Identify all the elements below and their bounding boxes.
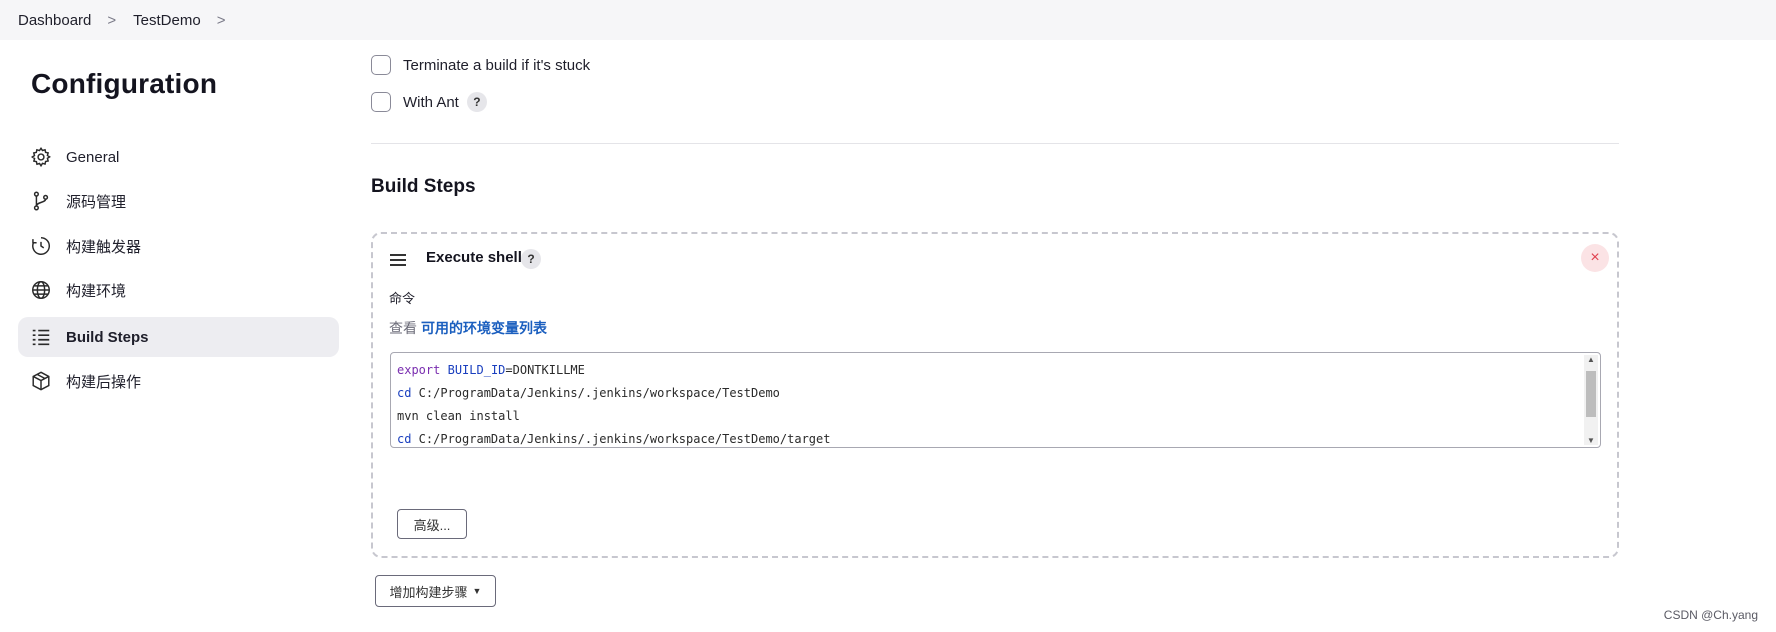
command-textarea[interactable]: export BUILD_ID=DONTKILLME cd C:/Program…	[390, 352, 1601, 448]
code-keyword: export	[397, 363, 441, 377]
chevron-right-icon[interactable]: >	[217, 12, 226, 29]
help-icon[interactable]: ?	[521, 249, 541, 269]
sidebar-item-label: 构建触发器	[66, 238, 142, 256]
scroll-down-icon[interactable]: ▼	[1587, 436, 1595, 445]
code-keyword: cd	[397, 386, 412, 400]
step-title: Execute shell	[426, 249, 522, 266]
drag-handle-icon[interactable]	[390, 254, 406, 266]
page-title: Configuration	[31, 68, 218, 99]
terminate-stuck-option: Terminate a build if it's stuck	[371, 55, 590, 75]
env-vars-prefix: 查看	[389, 320, 417, 336]
chevron-down-icon: ▼	[472, 586, 482, 596]
watermark: CSDN @Ch.yang	[1663, 608, 1758, 622]
sidebar-item-build-triggers[interactable]: 构建触发器	[18, 226, 339, 266]
sidebar-item-build-steps[interactable]: Build Steps	[18, 317, 339, 357]
env-vars-line: 查看 可用的环境变量列表	[389, 318, 547, 338]
code-keyword: cd	[397, 432, 412, 446]
with-ant-checkbox[interactable]	[371, 92, 391, 112]
section-divider	[371, 143, 1619, 144]
command-code: export BUILD_ID=DONTKILLME cd C:/Program…	[397, 359, 831, 447]
sidebar-item-label: Build Steps	[66, 328, 149, 346]
code-text: mvn clean install	[397, 409, 520, 423]
help-icon[interactable]: ?	[466, 92, 487, 112]
breadcrumb-dashboard[interactable]: Dashboard	[18, 12, 91, 29]
add-build-step-button[interactable]: 增加构建步骤 ▼	[375, 575, 496, 607]
close-icon[interactable]: ×	[1581, 244, 1609, 272]
source-branch-icon	[30, 190, 52, 212]
sidebar-item-label: General	[66, 148, 120, 166]
code-text: C:/ProgramData/Jenkins/.jenkins/workspac…	[411, 432, 831, 446]
sidebar-item-label: 构建后操作	[66, 373, 142, 391]
sidebar-item-post-build-actions[interactable]: 构建后操作	[18, 361, 339, 401]
command-label: 命令	[389, 291, 416, 306]
with-ant-option: With Ant ?	[371, 92, 487, 112]
build-steps-heading: Build Steps	[371, 176, 476, 197]
code-text: C:/ProgramData/Jenkins/.jenkins/workspac…	[411, 386, 780, 400]
sidebar-item-build-environment[interactable]: 构建环境	[18, 270, 339, 310]
gear-icon	[30, 146, 52, 168]
advanced-button[interactable]: 高级...	[397, 509, 467, 539]
execute-shell-step: Execute shell ? × 命令 查看 可用的环境变量列表 export …	[371, 232, 1619, 558]
terminate-stuck-checkbox[interactable]	[371, 55, 391, 75]
sidebar-item-label: 构建环境	[66, 282, 127, 300]
with-ant-label: With Ant	[403, 93, 459, 111]
list-icon	[30, 326, 52, 348]
sidebar-item-source-management[interactable]: 源码管理	[18, 181, 339, 221]
code-variable: BUILD_ID	[447, 363, 506, 377]
env-vars-link[interactable]: 可用的环境变量列表	[421, 320, 547, 336]
sidebar-item-label: 源码管理	[66, 193, 127, 211]
code-text: =DONTKILLME	[505, 363, 585, 377]
package-icon	[30, 370, 52, 392]
scroll-up-icon[interactable]: ▲	[1587, 355, 1595, 364]
editor-scrollbar[interactable]: ▲ ▼	[1584, 355, 1598, 445]
globe-icon	[30, 279, 52, 301]
sidebar-item-general[interactable]: General	[18, 137, 339, 177]
scroll-thumb[interactable]	[1586, 371, 1596, 417]
chevron-right-icon[interactable]: >	[107, 12, 116, 29]
add-build-step-label: 增加构建步骤	[389, 584, 468, 600]
terminate-stuck-label: Terminate a build if it's stuck	[403, 56, 591, 74]
clock-icon	[30, 235, 52, 257]
breadcrumb: Dashboard > TestDemo >	[0, 0, 1776, 40]
breadcrumb-testdemo[interactable]: TestDemo	[133, 12, 201, 29]
